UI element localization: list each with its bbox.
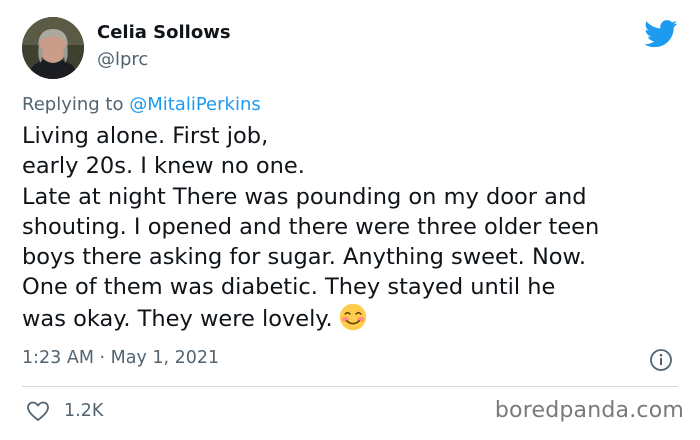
display-name[interactable]: Celia Sollows xyxy=(97,22,231,43)
tweet-line: Living alone. First job, xyxy=(22,123,269,149)
reply-prefix: Replying to xyxy=(22,94,124,115)
tweet-line: was okay. They were lovely. xyxy=(22,305,333,332)
heart-icon[interactable] xyxy=(26,400,50,422)
info-icon[interactable] xyxy=(649,348,673,372)
twitter-bird-icon[interactable] xyxy=(644,20,678,48)
avatar[interactable] xyxy=(22,17,84,79)
user-handle[interactable]: @lprc xyxy=(97,49,148,70)
watermark: boredpanda.com xyxy=(494,398,684,423)
tweet-line: boys there asking for sugar. Anything sw… xyxy=(22,244,587,271)
reply-context: Replying to @MitaliPerkins xyxy=(22,94,261,115)
divider xyxy=(22,386,678,387)
tweet-text: Living alone. First job, early 20s. I kn… xyxy=(22,121,682,334)
reply-mention-link[interactable]: @MitaliPerkins xyxy=(129,94,261,115)
smiling-face-with-blush-icon xyxy=(339,303,366,331)
tweet-line: Late at night There was pounding on my d… xyxy=(22,183,587,210)
tweet-line: One of them was diabetic. They stayed un… xyxy=(22,274,556,301)
avatar-photo xyxy=(22,17,84,79)
tweet-timestamp[interactable]: 1:23 AM · May 1, 2021 xyxy=(22,348,219,368)
tweet-line: shouting. I opened and there were three … xyxy=(22,213,600,240)
tweet-line: early 20s. I knew no one. xyxy=(22,153,305,180)
like-count[interactable]: 1.2K xyxy=(64,401,103,421)
tweet-line-last: was okay. They were lovely. xyxy=(22,303,682,334)
